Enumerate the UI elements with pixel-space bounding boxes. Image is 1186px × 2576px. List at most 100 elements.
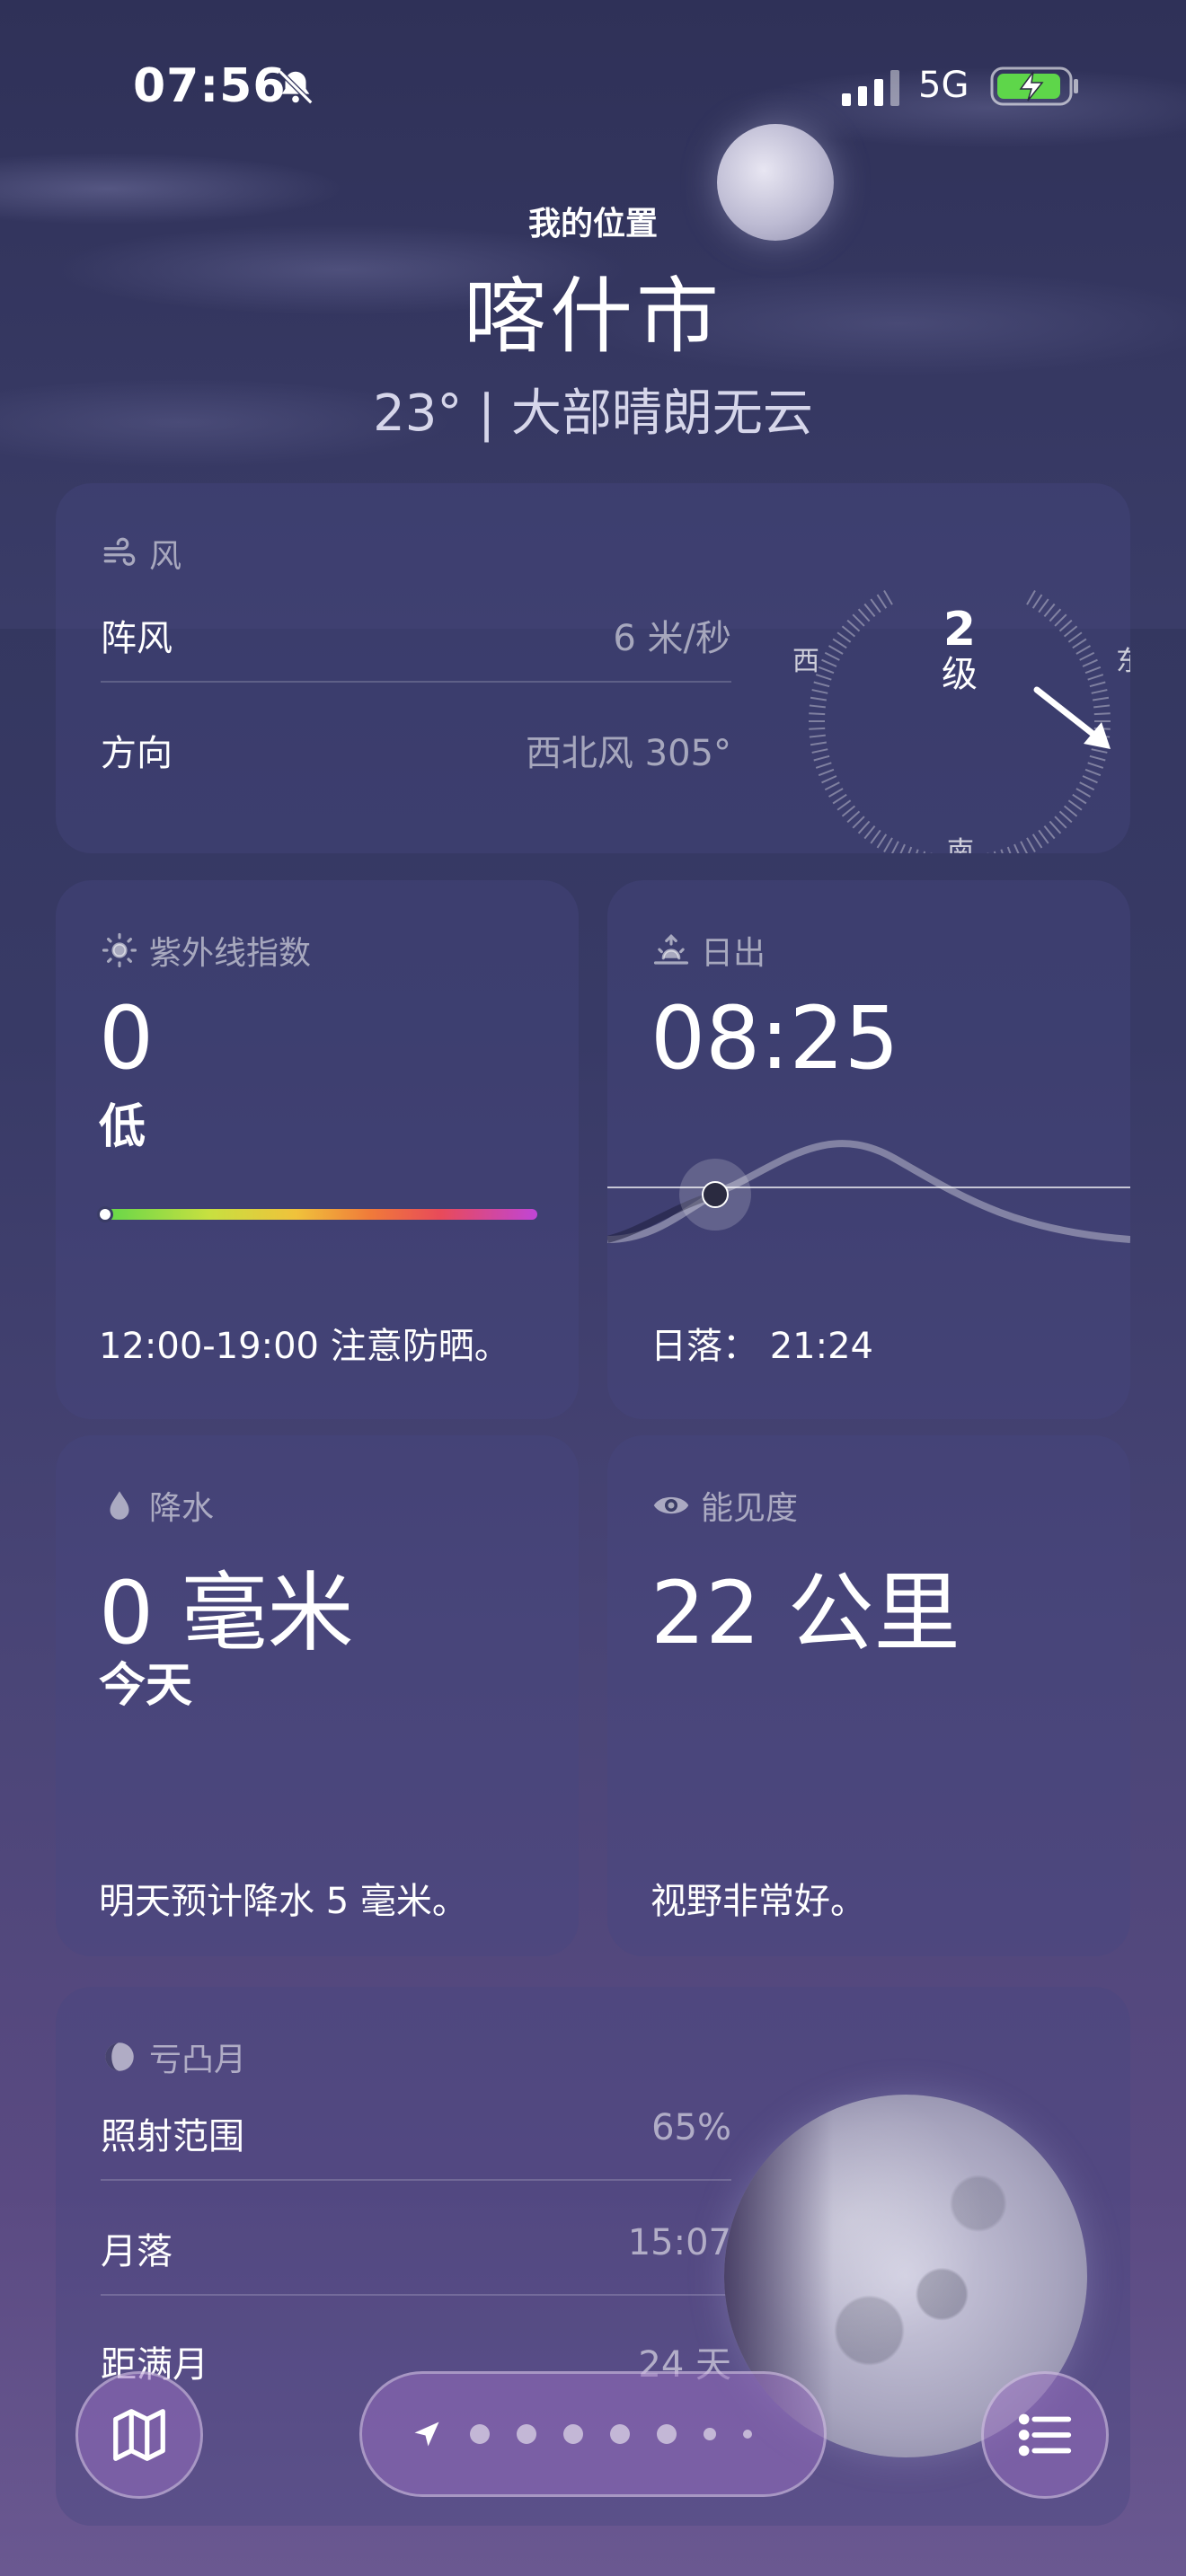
compass-tick (1093, 704, 1111, 709)
compass-tick (1082, 775, 1098, 784)
compass-tick (811, 748, 828, 754)
compass-tick (870, 598, 881, 613)
visibility-value: 22 公里 (651, 1563, 960, 1663)
compass-tick (1043, 825, 1056, 840)
compass-tick (1084, 666, 1102, 675)
wind-direction-label: 方向 (101, 733, 173, 774)
compass-tick (810, 741, 828, 746)
visibility-footer: 视野非常好。 (651, 1881, 866, 1922)
moon-card-title: 亏凸月 (101, 2033, 246, 2080)
compass-tick (852, 816, 865, 829)
compass-tick (1026, 590, 1036, 605)
compass-tick (809, 712, 826, 716)
compass-tick (824, 781, 840, 791)
map-button[interactable] (75, 2371, 203, 2499)
compass-tick (876, 834, 888, 849)
page-dot[interactable] (563, 2424, 583, 2444)
page-indicator[interactable] (359, 2371, 827, 2497)
signal-icon (842, 70, 899, 106)
eye-icon (653, 1496, 689, 1514)
precip-title: 降水 (149, 1490, 215, 1527)
moon-illum-row: 照射范围 65% (101, 2107, 731, 2159)
wind-card[interactable]: 风 阵风 6 米/秒 方向 西北风 305° 西 东 南 2 级 (56, 483, 1130, 853)
page-dot[interactable] (743, 2430, 752, 2439)
moon-illum-value: 65% (651, 2107, 731, 2148)
sunrise-title: 日出 (701, 935, 766, 972)
compass-tick (899, 843, 906, 853)
compass-tick (811, 689, 828, 694)
compass-tick (1091, 748, 1108, 754)
compass-tick (1091, 689, 1108, 694)
wind-level-number: 2 (943, 603, 976, 657)
location-label: 我的位置 (527, 206, 658, 243)
compass-east: 东 (1116, 646, 1130, 677)
precip-card-title: 降水 (101, 1482, 214, 1529)
visibility-title: 能见度 (701, 1490, 799, 1527)
current-condition: 23° | 大部晴朗无云 (373, 384, 813, 443)
compass-tick (916, 849, 919, 853)
compass-tick (863, 603, 876, 618)
page-dot[interactable] (657, 2424, 677, 2444)
uv-title: 紫外线指数 (149, 935, 312, 972)
compass-tick (863, 825, 876, 840)
page-dot[interactable] (470, 2424, 490, 2444)
compass-tick (818, 666, 835, 675)
compass-tick (1031, 834, 1043, 849)
compass-tick (824, 651, 840, 661)
sunrise-icon (653, 934, 689, 965)
compass-tick (821, 775, 837, 784)
compass-tick (1082, 658, 1098, 667)
city-list-button[interactable] (981, 2371, 1109, 2499)
wind-divider (101, 681, 731, 683)
page-dot[interactable] (704, 2428, 716, 2440)
compass-tick (1043, 603, 1056, 618)
compass-south: 南 (947, 836, 974, 853)
moonset-value: 15:07 (627, 2222, 731, 2263)
wind-level-unit: 级 (942, 654, 978, 695)
compass-tick (1079, 651, 1095, 661)
compass-tick (1075, 788, 1091, 798)
compass-tick (883, 590, 893, 605)
compass-west: 西 (792, 646, 819, 677)
sunrise-time: 08:25 (651, 988, 899, 1089)
list-icon (1018, 2413, 1072, 2457)
compass-tick (813, 681, 830, 688)
compass-tick (841, 805, 856, 817)
compass-tick (1079, 781, 1095, 791)
sunrise-card-title: 日出 (652, 927, 766, 974)
sunset-footer: 日落： 21:24 (651, 1326, 873, 1367)
moon-phase-icon (105, 2042, 134, 2071)
compass-tick (836, 631, 852, 643)
moon-divider-2 (101, 2294, 731, 2296)
wind-direction-row: 方向 西北风 305° (101, 724, 731, 776)
wind-gust-value: 6 米/秒 (613, 618, 731, 659)
compass-tick (1072, 793, 1087, 805)
page-dot[interactable] (610, 2424, 630, 2444)
location-arrow-icon (414, 2422, 439, 2447)
uv-index-card[interactable]: 紫外线指数 0 低 12:00-19:00 注意防晒。 (56, 880, 579, 1419)
compass-tick (1000, 849, 1004, 853)
battery-charging-icon (990, 66, 1078, 106)
compass-tick (1058, 619, 1073, 632)
compass-tick (1072, 638, 1087, 649)
precipitation-card[interactable]: 降水 0 毫米 今天 明天预计降水 5 毫米。 (56, 1435, 579, 1956)
compass-tick (809, 734, 826, 738)
compass-tick (1054, 816, 1067, 829)
compass-tick (828, 788, 844, 798)
compass-tick (1067, 631, 1083, 643)
sun-path-chart (607, 1140, 1130, 1243)
city-name: 喀什市 (463, 269, 722, 365)
status-bar: 07:56 5G (0, 0, 1186, 171)
visibility-card[interactable]: 能见度 22 公里 视野非常好。 (607, 1435, 1130, 1956)
compass-tick (1089, 681, 1106, 688)
location-header: 我的位置 喀什市 23° | 大部晴朗无云 (0, 198, 1186, 446)
compass-tick (809, 704, 826, 709)
compass-tick (832, 638, 847, 649)
compass-tick (821, 658, 837, 667)
compass-tick (1093, 712, 1111, 716)
compass-tick (907, 846, 913, 853)
compass-tick (1031, 594, 1043, 609)
compass-tick (832, 793, 847, 805)
sunrise-card[interactable]: 日出 08:25 日落： 21:24 (607, 880, 1130, 1419)
page-dot[interactable] (517, 2424, 536, 2444)
